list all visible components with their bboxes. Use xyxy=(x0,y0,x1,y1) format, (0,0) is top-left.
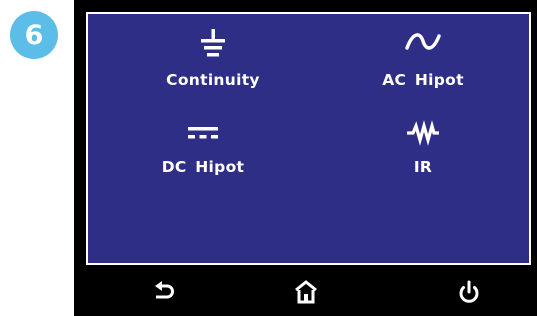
ac-hipot-test-button[interactable]: AC Hipot xyxy=(358,24,488,89)
home-icon xyxy=(295,280,317,304)
back-arrow-icon xyxy=(155,281,174,299)
power-softkey[interactable] xyxy=(449,274,489,310)
dc-icon xyxy=(188,127,218,139)
test-selection-screen: Continuity AC Hipot DC Hipot IR xyxy=(86,12,531,265)
instrument-display: Continuity AC Hipot DC Hipot IR xyxy=(74,0,537,316)
ir-test-button[interactable]: IR xyxy=(358,118,488,176)
power-icon xyxy=(459,280,479,303)
ac-hipot-label: AC Hipot xyxy=(382,71,464,89)
dc-hipot-label: DC Hipot xyxy=(161,158,245,176)
resistor-icon xyxy=(407,120,439,146)
ground-icon xyxy=(201,29,225,57)
softkey-bar xyxy=(74,268,537,316)
continuity-label: Continuity xyxy=(166,71,260,89)
back-softkey[interactable] xyxy=(144,274,184,310)
home-softkey[interactable] xyxy=(286,274,326,310)
continuity-test-button[interactable]: Continuity xyxy=(148,24,278,89)
ir-label: IR xyxy=(413,158,433,176)
ac-sine-icon xyxy=(405,33,441,50)
dc-hipot-test-button[interactable]: DC Hipot xyxy=(138,118,268,176)
step-number-badge: 6 xyxy=(10,11,58,59)
